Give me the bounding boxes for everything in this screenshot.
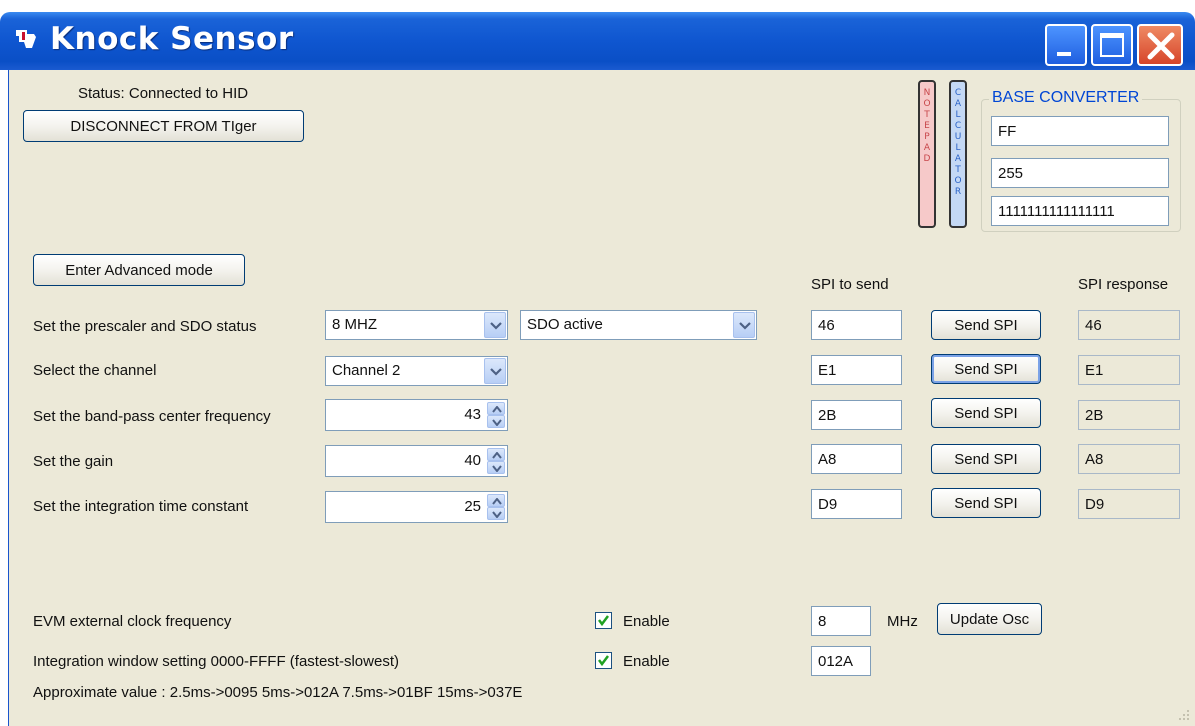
spi-send-bandpass[interactable]: [811, 400, 902, 430]
sdo-status-select[interactable]: SDO active: [520, 310, 757, 340]
spi-response-prescaler: [1078, 310, 1180, 340]
binary-field[interactable]: [991, 196, 1169, 226]
advanced-mode-button[interactable]: Enter Advanced mode: [33, 254, 245, 286]
client-area: Status: Connected to HID DISCONNECT FROM…: [8, 70, 1195, 726]
minimize-icon: [1057, 52, 1071, 56]
chevron-down-icon[interactable]: [484, 312, 506, 338]
close-button[interactable]: [1137, 24, 1183, 66]
evm-enable-checkbox[interactable]: [595, 612, 612, 629]
spi-send-gain[interactable]: [811, 444, 902, 474]
maximize-button[interactable]: [1091, 24, 1133, 66]
integration-window-field[interactable]: [811, 646, 871, 676]
row-label-prescaler: Set the prescaler and SDO status: [33, 318, 257, 335]
spi-response-bandpass: [1078, 400, 1180, 430]
base-converter-title: BASE CONVERTER: [989, 89, 1143, 107]
update-osc-button[interactable]: Update Osc: [937, 603, 1042, 635]
gain-value: 40: [464, 452, 481, 469]
channel-select[interactable]: Channel 2: [325, 356, 508, 386]
disconnect-button[interactable]: DISCONNECT FROM TIger: [23, 110, 304, 142]
close-icon: [1147, 32, 1175, 60]
spin-down-icon[interactable]: [487, 415, 505, 428]
checkmark-icon: [598, 615, 609, 627]
maximize-icon: [1100, 33, 1124, 57]
hex-field[interactable]: [991, 116, 1169, 146]
connection-status: Status: Connected to HID: [78, 85, 249, 102]
integration-time-stepper[interactable]: 25: [325, 491, 508, 523]
ti-logo-icon: [16, 30, 36, 48]
gain-stepper[interactable]: 40: [325, 445, 508, 477]
chevron-down-icon[interactable]: [733, 312, 755, 338]
send-spi-button-bandpass[interactable]: Send SPI: [931, 398, 1041, 428]
row-label-gain: Set the gain: [33, 453, 114, 470]
notepad-button[interactable]: NOTEPAD: [918, 80, 936, 228]
checkmark-icon: [598, 655, 609, 667]
prescaler-select[interactable]: 8 MHZ: [325, 310, 508, 340]
spi-response-channel: [1078, 355, 1180, 385]
window-title: Knock Sensor: [50, 21, 294, 57]
integration-window-enable-checkbox[interactable]: [595, 652, 612, 669]
evm-enable-label: Enable: [623, 613, 670, 630]
spi-to-send-header: SPI to send: [811, 276, 889, 293]
spin-down-icon[interactable]: [487, 461, 505, 474]
send-spi-button-gain[interactable]: Send SPI: [931, 444, 1041, 474]
evm-unit-label: MHz: [887, 613, 918, 630]
bandpass-value: 43: [464, 406, 481, 423]
integration-time-value: 25: [464, 498, 481, 515]
spi-response-header: SPI response: [1078, 276, 1169, 293]
send-spi-button-prescaler[interactable]: Send SPI: [931, 310, 1041, 340]
calculator-button[interactable]: CALCULATOR: [949, 80, 967, 228]
spi-send-channel[interactable]: [811, 355, 902, 385]
spi-response-gain: [1078, 444, 1180, 474]
chevron-down-icon[interactable]: [484, 358, 506, 384]
decimal-field[interactable]: [991, 158, 1169, 188]
row-label-channel: Select the channel: [33, 362, 157, 379]
sdo-status-value: SDO active: [527, 316, 603, 333]
approximate-values-text: Approximate value : 2.5ms->0095 5ms->012…: [33, 684, 523, 701]
row-label-bandpass: Set the band-pass center frequency: [33, 408, 271, 425]
integration-window-label: Integration window setting 0000-FFFF (fa…: [33, 653, 399, 670]
bandpass-stepper[interactable]: 43: [325, 399, 508, 431]
spin-up-icon[interactable]: [487, 448, 505, 461]
spi-send-integration-time[interactable]: [811, 489, 902, 519]
app-window: Knock Sensor Status: Connected to HID DI…: [0, 0, 1195, 726]
evm-clock-field[interactable]: [811, 606, 871, 636]
spin-down-icon[interactable]: [487, 507, 505, 520]
channel-value: Channel 2: [332, 362, 401, 379]
spi-response-integration-time: [1078, 489, 1180, 519]
evm-clock-label: EVM external clock frequency: [33, 613, 232, 630]
send-spi-button-channel[interactable]: Send SPI: [931, 354, 1041, 384]
prescaler-value: 8 MHZ: [332, 316, 377, 333]
title-bar[interactable]: Knock Sensor: [0, 12, 1195, 70]
row-label-integration-time: Set the integration time constant: [33, 498, 249, 515]
send-spi-button-integration-time[interactable]: Send SPI: [931, 488, 1041, 518]
minimize-button[interactable]: [1045, 24, 1087, 66]
spi-send-prescaler[interactable]: [811, 310, 902, 340]
spin-up-icon[interactable]: [487, 494, 505, 507]
resize-grip-icon[interactable]: [1177, 708, 1191, 722]
integration-window-enable-label: Enable: [623, 653, 670, 670]
spin-up-icon[interactable]: [487, 402, 505, 415]
